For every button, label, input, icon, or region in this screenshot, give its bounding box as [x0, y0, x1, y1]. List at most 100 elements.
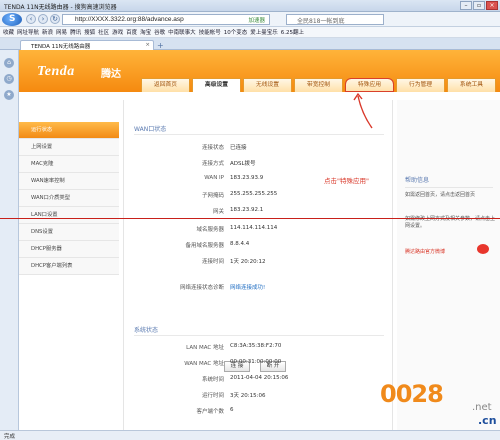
- bookmarks-bar: 收藏 网址导航 新浪 网易 腾讯 搜狐 社区 游戏 百度 淘宝 谷歌 中南联事大…: [0, 27, 500, 38]
- divider: [134, 335, 384, 336]
- forward-icon[interactable]: ›: [38, 14, 48, 24]
- close-button[interactable]: ×: [486, 1, 498, 10]
- wan-row: 网络连接状态诊断 网络连接成功!: [124, 280, 394, 294]
- sidenav-wan-media[interactable]: WAN口介质类型: [19, 190, 119, 207]
- watermark-net: .net: [472, 402, 492, 413]
- status-content: WAN口状态 连接状态 已连接 连接方式 ADSL拨号 WAN IP 183.23.9…: [123, 100, 393, 430]
- browser-logo-icon[interactable]: [2, 13, 22, 26]
- row-value: 00:00:31:00:00:00: [230, 359, 282, 365]
- sidebar-home-icon[interactable]: ⌂: [4, 58, 14, 68]
- system-status-title: 系统状态: [134, 327, 159, 334]
- new-tab-icon[interactable]: +: [157, 41, 164, 50]
- bookmark-item[interactable]: 搜狐: [84, 28, 95, 36]
- bookmark-item[interactable]: 百度: [126, 28, 137, 36]
- tenda-logo-cn: 腾达: [101, 69, 121, 80]
- bookmark-item[interactable]: 谷歌: [154, 28, 165, 36]
- nav-bandwidth[interactable]: 带宽控制: [294, 78, 343, 92]
- router-nav: 返回首页 高级设置 无线设置 带宽控制 特殊应用 行为管理 系统工具: [141, 78, 496, 92]
- sidebar-clock-icon[interactable]: ◷: [4, 74, 14, 84]
- refresh-icon[interactable]: ↻: [50, 14, 60, 24]
- wan-row: 网关 183.23.92.1: [124, 204, 394, 218]
- row-label: 网关: [212, 209, 224, 215]
- nav-special-apps[interactable]: 特殊应用: [345, 78, 394, 92]
- url-input[interactable]: http://XXXX.3322.org:88/advance.asp 加速器: [62, 14, 270, 25]
- system-row: LAN MAC 地址 C8:3A:35:38:F2:70: [124, 340, 394, 354]
- system-row: 系统时间 2011-04-04 20:15:06: [124, 372, 394, 386]
- row-value: 114.114.114.114: [230, 225, 278, 231]
- help-text-home: 如需返回首页，请点击返回首页: [405, 192, 476, 198]
- tenda-logo: Tenda: [37, 64, 75, 79]
- url-text: http://XXXX.3322.org:88/advance.asp: [75, 16, 184, 23]
- bookmark-item[interactable]: 中南联事大: [168, 28, 196, 36]
- sidenav-internet[interactable]: 上网设置: [19, 139, 119, 156]
- bookmark-item[interactable]: 新浪: [42, 28, 53, 36]
- nav-advanced[interactable]: 高级设置: [192, 78, 241, 92]
- sidenav-lan[interactable]: LAN口设置: [19, 207, 119, 224]
- row-label: 客户端个数: [196, 409, 224, 415]
- wan-row: 连接方式 ADSL拨号: [124, 156, 394, 170]
- sidenav-status[interactable]: 运行状态: [19, 122, 119, 139]
- nav-home[interactable]: 返回首页: [141, 78, 190, 92]
- bookmark-item[interactable]: 6.25翻上: [281, 28, 304, 36]
- wan-status-title: WAN口状态: [134, 126, 167, 133]
- wan-row: 子网掩码 255.255.255.255: [124, 188, 394, 202]
- row-label: 连接时间: [201, 259, 224, 265]
- wan-row: 连接时间 1天 20:20:12: [124, 254, 394, 268]
- weibo-icon[interactable]: [477, 244, 489, 254]
- maximize-button[interactable]: ▫: [473, 1, 485, 10]
- tab-router[interactable]: TENDA 11N无线路由器 ×: [20, 40, 154, 50]
- minimize-button[interactable]: –: [460, 1, 472, 10]
- accelerator-label[interactable]: 加速器: [248, 16, 265, 24]
- nav-system-tools[interactable]: 系统工具: [447, 78, 496, 92]
- divider: [134, 134, 384, 135]
- row-label: 连接方式: [201, 161, 224, 167]
- row-label: WAN IP: [204, 175, 224, 181]
- nav-behavior[interactable]: 行为管理: [396, 78, 445, 92]
- sidenav-wan-speed[interactable]: WAN速率控制: [19, 173, 119, 190]
- row-value: 已连接: [230, 145, 247, 151]
- row-value: C8:3A:35:38:F2:70: [230, 343, 282, 349]
- sidenav-dhcp-clients[interactable]: DHCP客户端列表: [19, 258, 119, 275]
- tab-close-icon[interactable]: ×: [145, 42, 150, 48]
- bookmark-item[interactable]: 网址导航: [17, 28, 39, 36]
- sidebar-star-icon[interactable]: ★: [4, 90, 14, 100]
- annotation-text: 点击"特殊应用": [324, 177, 369, 185]
- row-value: 2011-04-04 20:15:06: [230, 375, 289, 381]
- bookmark-item[interactable]: 10个变态: [224, 28, 248, 36]
- bookmark-item[interactable]: 网易: [56, 28, 67, 36]
- diagnosis-link[interactable]: 网络连接成功!: [230, 283, 265, 291]
- row-value: 3天 20:15:06: [230, 393, 266, 399]
- bookmark-item[interactable]: 社区: [98, 28, 109, 36]
- sidenav-mac-clone[interactable]: MAC克隆: [19, 156, 119, 173]
- row-label: LAN MAC 地址: [186, 345, 224, 351]
- wan-row: 连接状态 已连接: [124, 140, 394, 154]
- wan-row: 域名服务器 114.114.114.114: [124, 222, 394, 236]
- row-label: 系统时间: [201, 377, 224, 383]
- bookmark-item[interactable]: 爱上曼宝乐: [250, 28, 278, 36]
- system-row: 客户端个数 6: [124, 404, 394, 418]
- bookmark-item[interactable]: 技能帐号: [199, 28, 221, 36]
- weibo-link[interactable]: 腾达路由官方微博: [405, 248, 445, 255]
- bookmark-item[interactable]: 游戏: [112, 28, 123, 36]
- row-label: 子网掩码: [201, 193, 224, 199]
- sidenav-dns[interactable]: DNS设置: [19, 224, 119, 241]
- row-value: 6: [230, 407, 234, 413]
- window-title: TENDA 11N无线路由器 - 搜狗高速浏览器: [4, 4, 117, 11]
- annotation-arrow-icon: [353, 92, 373, 129]
- back-icon[interactable]: ‹: [26, 14, 36, 24]
- address-toolbar: ‹ › ↻ http://XXXX.3322.org:88/advance.as…: [0, 12, 500, 27]
- nav-wireless[interactable]: 无线设置: [243, 78, 292, 92]
- router-sidenav: 运行状态 上网设置 MAC克隆 WAN速率控制 WAN口介质类型 LAN口设置 …: [19, 122, 119, 275]
- row-value: ADSL拨号: [230, 161, 256, 167]
- row-label: 连接状态: [201, 145, 224, 151]
- bookmark-item[interactable]: 淘宝: [140, 28, 151, 36]
- window-titlebar: TENDA 11N无线路由器 - 搜狗高速浏览器 – ▫ ×: [0, 0, 500, 12]
- row-label: 网络连接状态诊断: [179, 285, 224, 291]
- bookmark-item[interactable]: 收藏: [3, 28, 14, 36]
- row-value: 255.255.255.255: [230, 191, 278, 197]
- search-input[interactable]: 全民818一帐到底: [286, 14, 384, 25]
- row-value: 8.8.4.4: [230, 241, 250, 247]
- sidenav-dhcp[interactable]: DHCP服务器: [19, 241, 119, 258]
- status-bar: 完成: [0, 430, 500, 440]
- bookmark-item[interactable]: 腾讯: [70, 28, 81, 36]
